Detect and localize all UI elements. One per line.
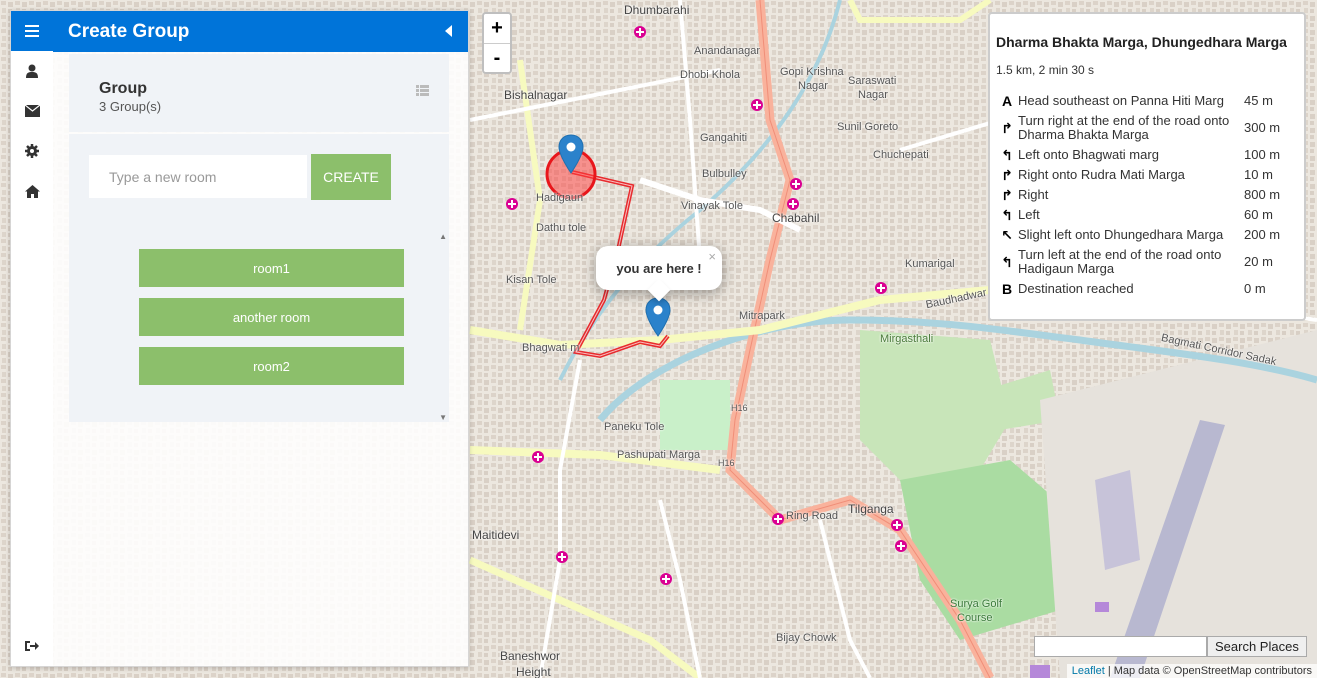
scroll-down-icon[interactable]: ▼ [439,413,447,422]
group-title: Group [99,80,147,97]
sign-out-tab[interactable] [11,626,53,666]
room-item-another-room[interactable]: another room [139,298,404,336]
menu-tab[interactable] [11,11,53,51]
directions-table: A Head southeast on Panna Hiti Marg 45 m ↱ T… [996,91,1298,299]
zoom-out-button[interactable]: - [484,43,510,72]
direction-step-icon: ↱ [1001,120,1013,136]
directions-panel: Dharma Bhakta Marga, Dhungedhara Marga 1… [988,12,1306,321]
direction-step-icon: B [1001,281,1013,297]
room-item-room1[interactable]: room1 [139,249,404,287]
map-attribution: Leaflet | Map data © OpenStreetMap contr… [1066,664,1317,678]
directions-title: Dharma Bhakta Marga, Dhungedhara Marga [996,34,1287,50]
direction-step-text: Turn left at the end of the road onto Ha… [1018,247,1222,276]
direction-step-distance: 10 m [1244,167,1273,182]
direction-step-icon: ↱ [1001,187,1013,203]
caret-left-icon[interactable] [445,25,452,37]
sidebar-title: Create Group [68,20,190,42]
start-marker-icon[interactable] [558,134,584,174]
direction-step-text: Turn right at the end of the road onto D… [1018,113,1230,142]
direction-step-text: Head southeast on Panna Hiti Marg [1018,93,1224,108]
direction-step-icon: ↰ [1001,147,1013,163]
sidebar-header: Create Group [53,11,468,52]
search-places-input[interactable] [1034,636,1207,657]
zoom-control: + - [482,12,512,74]
sidebar-body: Group 3 Group(s) CREATE ▲ room1 another … [53,52,468,666]
messages-tab[interactable] [11,91,53,131]
group-count: 3 Group(s) [99,99,162,114]
direction-step[interactable]: ↱ Right 800 m [996,185,1298,205]
direction-step-distance: 300 m [1244,120,1281,135]
popup-close-icon[interactable]: × [708,249,716,264]
room-item-room2[interactable]: room2 [139,347,404,385]
direction-step-icon: ↰ [1001,207,1013,223]
direction-step[interactable]: A Head southeast on Panna Hiti Marg 45 m [996,91,1298,111]
direction-step-text: Right [1018,187,1049,202]
direction-step-distance: 200 m [1244,227,1281,242]
new-room-input[interactable] [89,155,307,198]
settings-tab[interactable] [11,131,53,171]
home-tab[interactable] [11,171,53,211]
room-list[interactable]: ▲ room1 another room room2 ▼ [69,232,449,422]
direction-step-text: Left [1018,207,1040,222]
direction-step[interactable]: ↱ Right onto Rudra Mati Marga 10 m [996,165,1298,185]
search-places-control: Search Places [1034,636,1307,657]
direction-step[interactable]: ↰ Left 60 m [996,205,1298,225]
direction-step-distance: 20 m [1244,254,1273,269]
room-card: CREATE ▲ room1 another room room2 ▼ [69,134,449,422]
sidebar-tabs [11,11,53,666]
directions-summary: 1.5 km, 2 min 30 s [996,63,1095,77]
direction-step-distance: 60 m [1244,207,1273,222]
envelope-icon [24,105,40,117]
search-places-button[interactable]: Search Places [1207,636,1307,657]
attribution-text: | Map data © OpenStreetMap contributors [1107,665,1312,677]
leaflet-link[interactable]: Leaflet [1072,665,1105,677]
user-icon [26,64,38,78]
direction-step-text: Right onto Rudra Mati Marga [1018,167,1185,182]
scroll-up-icon[interactable]: ▲ [439,232,447,241]
direction-step-icon: ↖ [1001,227,1013,243]
create-room-button[interactable]: CREATE [311,154,391,200]
direction-step-text: Slight left onto Dhungedhara Marga [1018,227,1224,242]
direction-step[interactable]: ↖ Slight left onto Dhungedhara Marga 200 m [996,225,1298,245]
user-tab[interactable] [11,51,53,91]
direction-step-distance: 45 m [1244,93,1273,108]
direction-step-icon: ↰ [1001,254,1013,270]
end-marker-icon[interactable] [645,297,671,337]
direction-step-distance: 100 m [1244,147,1281,162]
location-popup: you are here ! × [596,246,722,302]
zoom-in-button[interactable]: + [484,14,510,43]
home-icon [24,184,40,198]
list-icon[interactable] [416,85,429,96]
direction-step[interactable]: ↰ Left onto Bhagwati marg 100 m [996,145,1298,165]
direction-step[interactable]: B Destination reached 0 m [996,279,1298,299]
direction-step-distance: 800 m [1244,187,1281,202]
direction-step-icon: ↱ [1001,167,1013,183]
direction-step-text: Left onto Bhagwati marg [1018,147,1159,162]
sidebar: Create Group Group 3 Group(s) CREATE ▲ r… [10,10,469,667]
sign-out-icon [25,641,39,651]
direction-step-icon: A [1001,93,1013,109]
direction-step-text: Destination reached [1018,281,1134,296]
group-card: Group 3 Group(s) [69,54,449,132]
popup-text: you are here ! [616,260,702,276]
gear-icon [25,144,39,158]
direction-step[interactable]: ↱ Turn right at the end of the road onto … [996,111,1298,145]
direction-step-distance: 0 m [1244,281,1266,296]
direction-step[interactable]: ↰ Turn left at the end of the road onto H… [996,245,1298,279]
menu-icon [25,25,39,37]
